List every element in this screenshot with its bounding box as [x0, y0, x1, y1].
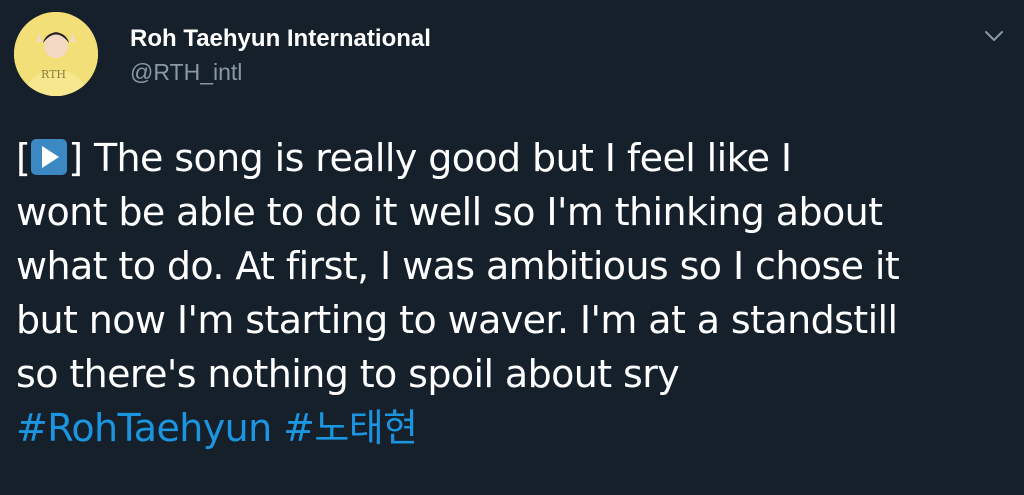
avatar[interactable]: RTH: [14, 12, 98, 96]
tweet-card: RTH Roh Taehyun International @RTH_intl …: [0, 0, 1024, 495]
tweet-line-5: so there's nothing to spoil about sry: [16, 352, 680, 396]
play-button-emoji-icon: [31, 139, 68, 175]
author-display-name[interactable]: Roh Taehyun International: [130, 24, 431, 54]
avatar-image: RTH: [14, 12, 98, 96]
tweet-line-2: wont be able to do it well so I'm thinki…: [16, 190, 883, 234]
tweet-text: [ ] The song is really good but I feel li…: [16, 131, 1016, 455]
author-handle[interactable]: @RTH_intl: [130, 57, 431, 87]
tweet-line-3: what to do. At first, I was ambitious so…: [16, 244, 900, 288]
tweet-bracket-open: [: [16, 136, 31, 180]
hashtag-link[interactable]: #RohTaehyun: [16, 406, 272, 450]
author-info[interactable]: Roh Taehyun International @RTH_intl: [130, 24, 431, 87]
chevron-down-icon[interactable]: [982, 24, 1006, 48]
avatar-logo-text: RTH: [41, 68, 66, 81]
tweet-line-4: but now I'm starting to waver. I'm at a …: [16, 298, 898, 342]
hashtag-line: #RohTaehyun #노태현: [16, 401, 1016, 455]
tweet-line: [ ] The song is really good but I feel li…: [16, 131, 1016, 185]
hashtag-link[interactable]: #노태현: [283, 406, 418, 450]
tweet-line-1: ] The song is really good but I feel lik…: [68, 136, 792, 180]
